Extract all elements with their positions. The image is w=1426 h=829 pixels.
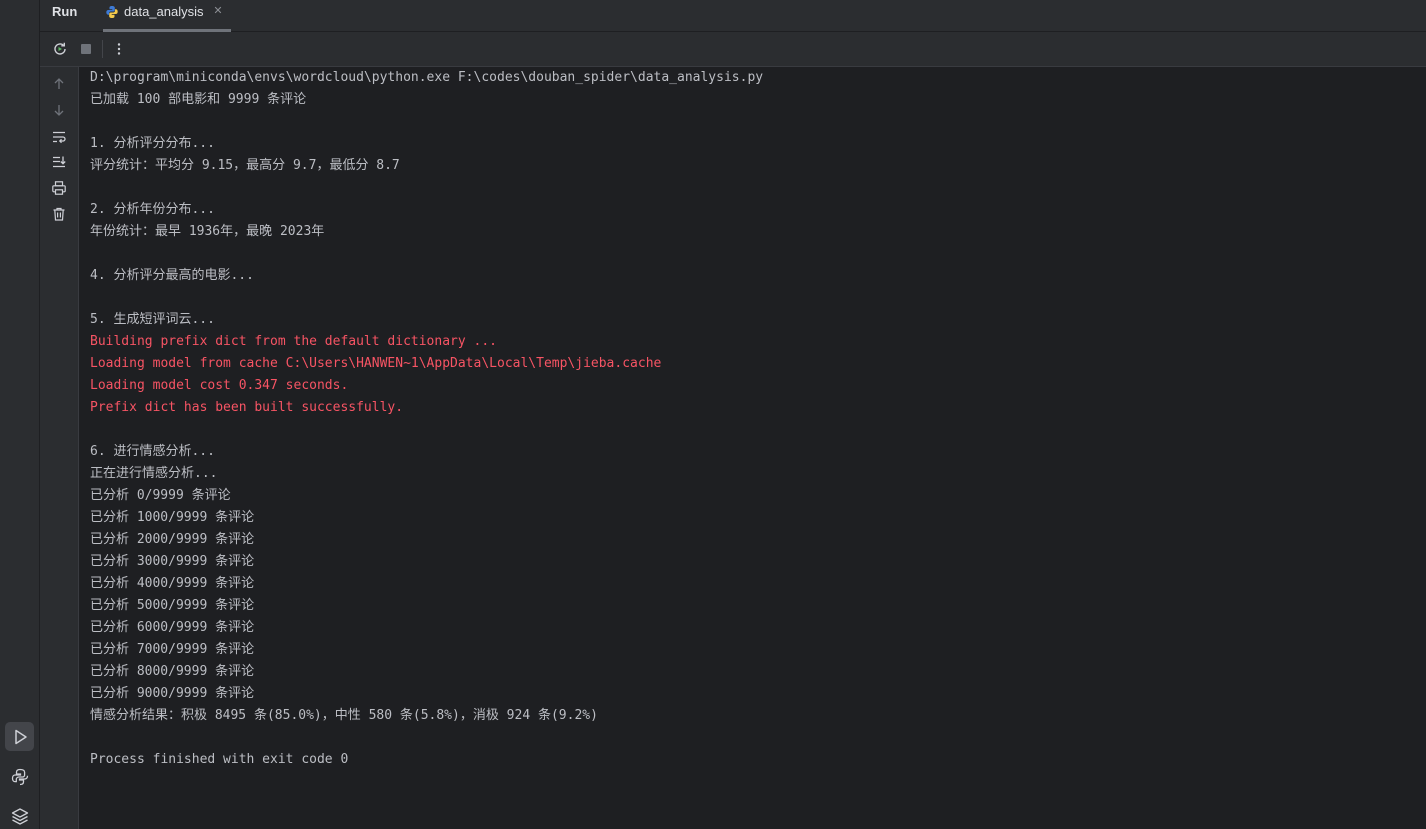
console-line: 已分析 7000/9999 条评论: [90, 642, 255, 657]
console-line: 已分析 4000/9999 条评论: [90, 576, 255, 591]
console-line: 年份统计：最早 1936年，最晚 2023年: [90, 224, 325, 239]
python-console-tool-button[interactable]: [5, 762, 34, 791]
rerun-icon: [54, 42, 66, 55]
run-tool-window-header: Run data_analysis ✕: [40, 0, 1426, 32]
console-line: 4. 分析评分最高的电影...: [90, 268, 254, 283]
print-button[interactable]: [50, 179, 68, 197]
stop-button[interactable]: [76, 40, 96, 58]
arrow-down-icon: [54, 105, 64, 116]
soft-wrap-button[interactable]: [50, 128, 68, 146]
tool-window-title: Run: [52, 4, 78, 19]
console-line: 已加载 100 部电影和 9999 条评论: [90, 92, 307, 107]
console-line-stderr: Building prefix dict from the default di…: [90, 334, 497, 349]
console-line: 5. 生成短评词云...: [90, 312, 215, 327]
console-line: 已分析 5000/9999 条评论: [90, 598, 255, 613]
layers-icon: [11, 807, 28, 825]
console-lines: D:\program\miniconda\envs\wordcloud\pyth…: [90, 67, 763, 771]
previous-occurrence-button[interactable]: [50, 75, 68, 93]
scroll-to-end-button[interactable]: [50, 153, 68, 171]
console-line-stderr: Prefix dict has been built successfully.: [90, 400, 404, 415]
console-line-stderr: Loading model from cache C:\Users\HANWEN…: [90, 356, 662, 371]
next-occurrence-button[interactable]: [50, 101, 68, 119]
python-file-icon: [106, 6, 118, 18]
rerun-button[interactable]: [50, 40, 70, 58]
console-output[interactable]: D:\program\miniconda\envs\wordcloud\pyth…: [79, 67, 1426, 829]
stop-icon: [81, 44, 91, 54]
activity-bar: [0, 0, 40, 829]
console-line: 已分析 8000/9999 条评论: [90, 664, 255, 679]
layers-tool-button[interactable]: [5, 801, 34, 829]
console-line: 2. 分析年份分布...: [90, 202, 215, 217]
print-icon: [52, 181, 66, 195]
console-line-stderr: Loading model cost 0.347 seconds.: [90, 378, 349, 393]
more-options-icon: [117, 43, 121, 55]
scroll-to-end-icon: [53, 156, 66, 168]
console-line: 已分析 3000/9999 条评论: [90, 554, 255, 569]
run-toolbar: [40, 32, 1426, 67]
clear-all-button[interactable]: [50, 205, 68, 223]
console-gutter: [40, 67, 79, 829]
console-line: 正在进行情感分析...: [90, 466, 218, 481]
more-options-button[interactable]: [109, 40, 129, 58]
console-line: Process finished with exit code 0: [90, 752, 349, 767]
run-tool-button[interactable]: [5, 722, 34, 751]
toolbar-separator: [102, 40, 103, 58]
console-line: 评分统计：平均分 9.15，最高分 9.7，最低分 8.7: [90, 158, 400, 173]
console-line: 情感分析结果：积极 8495 条(85.0%)，中性 580 条(5.8%)，消…: [90, 708, 598, 723]
soft-wrap-icon: [53, 131, 66, 144]
tab-close-icon[interactable]: ✕: [211, 4, 225, 18]
console-line: 已分析 9000/9999 条评论: [90, 686, 255, 701]
console-line: 已分析 2000/9999 条评论: [90, 532, 255, 547]
tab-data-analysis[interactable]: data_analysis ✕: [103, 0, 231, 32]
python-console-icon: [11, 768, 28, 785]
arrow-up-icon: [54, 78, 64, 89]
console-line: 已分析 6000/9999 条评论: [90, 620, 255, 635]
console-line: 已分析 0/9999 条评论: [90, 488, 231, 503]
console-line: 已分析 1000/9999 条评论: [90, 510, 255, 525]
trash-icon: [53, 207, 65, 221]
console-line: 1. 分析评分分布...: [90, 136, 215, 151]
console-line: D:\program\miniconda\envs\wordcloud\pyth…: [90, 70, 764, 85]
console-line: 6. 进行情感分析...: [90, 444, 215, 459]
run-icon: [14, 729, 27, 744]
tab-label: data_analysis: [124, 4, 204, 19]
